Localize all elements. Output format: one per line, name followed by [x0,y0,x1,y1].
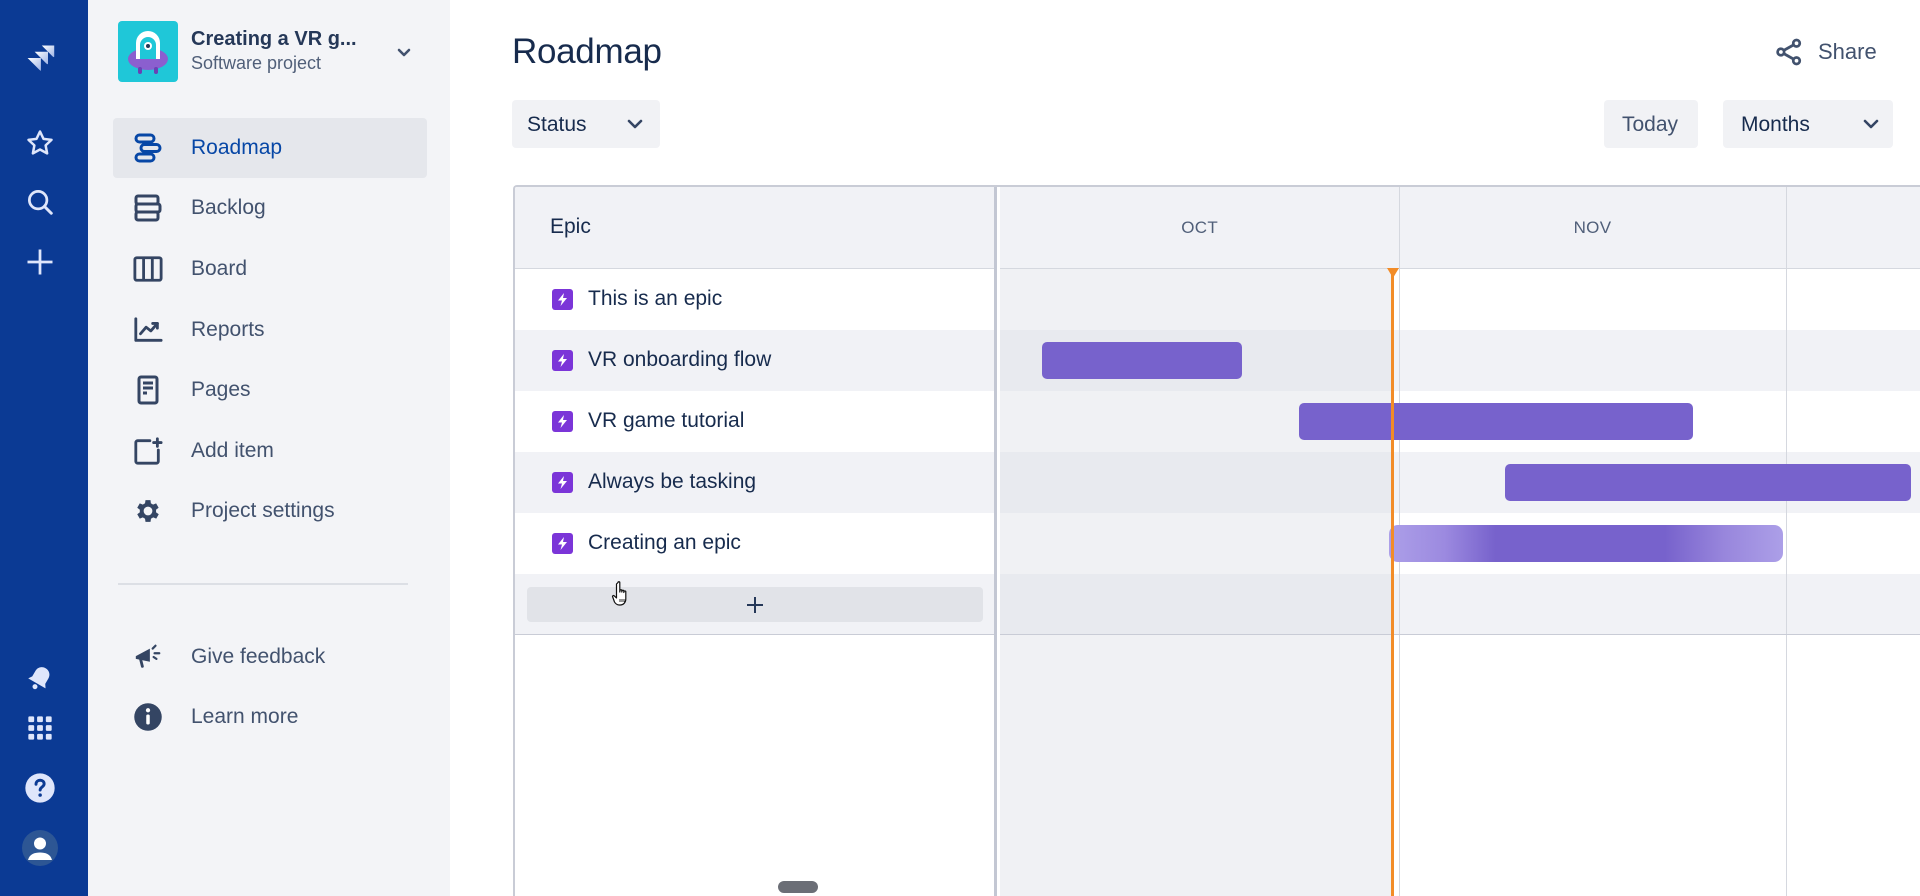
epic-row[interactable]: VR game tutorial [515,391,994,452]
epic-lightning-icon [552,411,573,432]
epic-row[interactable]: Creating an epic [515,513,994,574]
today-line [1391,269,1395,896]
horizontal-scrollbar[interactable] [778,881,818,893]
page-title: Roadmap [512,32,662,71]
epic-lightning-icon [552,289,573,310]
epic-lightning-icon [552,533,573,554]
epic-row[interactable]: VR onboarding flow [515,330,994,391]
status-filter-dropdown[interactable]: Status [512,100,660,148]
month-divider [1785,187,1787,896]
timescale-dropdown[interactable]: Months [1723,100,1893,148]
gear-icon [133,496,163,526]
backlog-icon [133,193,163,223]
star-icon[interactable] [24,127,56,159]
today-button[interactable]: Today [1604,100,1698,148]
add-epic-row [515,574,994,635]
sidebar-item-label: Roadmap [191,136,283,159]
epic-name: VR onboarding flow [588,348,772,371]
jira-logo-icon[interactable] [24,42,56,74]
add-item-icon [133,436,163,466]
notification-bell-icon[interactable] [24,662,56,694]
create-plus-icon[interactable] [24,246,56,278]
sidebar-item-learn-more[interactable]: Learn more [113,687,427,747]
chevron-down-icon [1863,119,1879,129]
share-label: Share [1818,39,1877,64]
sidebar-item-label: Pages [191,378,251,401]
epic-bar[interactable] [1299,403,1693,440]
reports-icon [133,315,163,345]
epic-column-header: Epic [515,187,994,269]
project-title: Creating a VR g... [191,28,357,50]
share-icon [1776,38,1802,66]
info-icon [133,702,163,732]
share-button[interactable]: Share [1772,33,1882,71]
epic-name: Always be tasking [588,470,757,493]
board-icon [133,254,163,284]
sidebar-item-backlog[interactable]: Backlog [113,178,427,238]
epic-list-bottom-border [515,634,994,635]
search-icon[interactable] [24,186,56,218]
epic-name: Creating an epic [588,531,741,554]
sidebar-item-board[interactable]: Board [113,239,427,299]
sidebar-item-roadmap[interactable]: Roadmap [113,118,427,178]
sidebar-item-label: Give feedback [191,645,326,668]
month-label: OCT [1181,218,1219,237]
sidebar-item-add-item[interactable]: Add item [113,421,427,481]
sidebar-item-project-settings[interactable]: Project settings [113,481,427,541]
help-icon[interactable] [24,772,56,804]
chevron-down-icon [397,48,411,57]
epic-bar[interactable] [1041,342,1242,379]
status-filter-label: Status [527,113,587,136]
plus-icon [747,596,763,613]
megaphone-icon [133,642,163,672]
epic-lightning-icon [552,350,573,371]
sidebar-item-label: Project settings [191,499,335,522]
app-switcher-icon[interactable] [24,712,56,744]
epic-list: Epic This is an epic VR onboarding flow VR… [515,187,997,896]
project-avatar [118,21,178,82]
sidebar-divider [118,583,408,585]
sidebar-item-label: Backlog [191,196,266,219]
sidebar-item-pages[interactable]: Pages [113,360,427,420]
sidebar-item-label: Board [191,257,248,280]
timeline-header: OCTNOVDEC [1000,187,1920,269]
today-label: Today [1622,113,1679,136]
profile-avatar-icon[interactable] [22,830,58,866]
sidebar-item-label: Learn more [191,705,299,728]
sidebar-item-give-feedback[interactable]: Give feedback [113,627,427,687]
timescale-label: Months [1741,113,1810,136]
roadmap-icon [133,133,163,163]
month-label: NOV [1573,218,1612,237]
timeline-bottom-border [1000,634,1920,635]
project-sidebar: Creating a VR g... Software project Road… [88,0,450,896]
create-epic-button[interactable] [527,587,983,622]
epic-row[interactable]: This is an epic [515,269,994,330]
epic-bar[interactable] [1505,464,1912,501]
chevron-down-icon [627,119,643,129]
timeline: OCTNOVDEC [1000,187,1920,896]
epic-row[interactable]: Always be tasking [515,452,994,513]
epic-lightning-icon [552,472,573,493]
project-type: Software project [191,53,322,73]
project-switcher[interactable]: Creating a VR g... Software project [118,21,438,82]
epic-name: VR game tutorial [588,409,745,432]
epic-name: This is an epic [588,287,723,310]
pages-icon [133,375,163,405]
sidebar-item-reports[interactable]: Reports [113,300,427,360]
roadmap-grid: Epic This is an epic VR onboarding flow VR… [513,185,1920,896]
global-navigation [0,0,88,896]
sidebar-item-label: Add item [191,439,274,462]
epic-header-label: Epic [550,215,591,238]
epic-bar[interactable] [1389,525,1783,562]
sidebar-item-label: Reports [191,318,265,341]
